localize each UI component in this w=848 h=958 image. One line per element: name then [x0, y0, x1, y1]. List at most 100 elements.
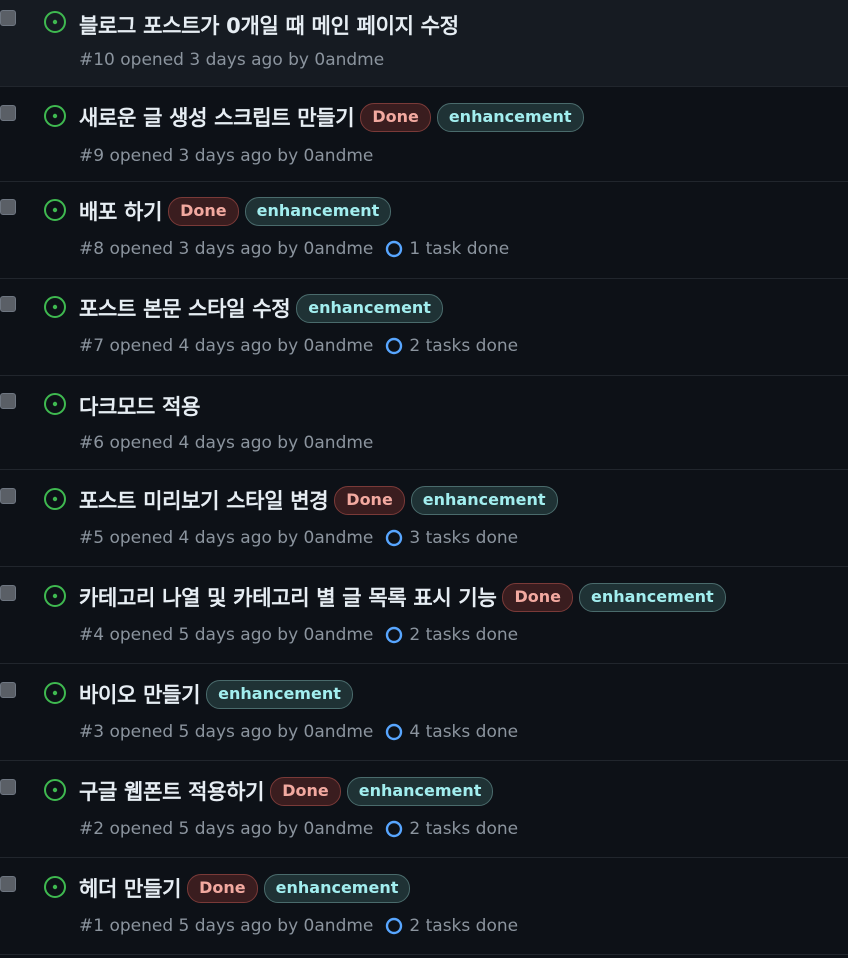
meta-line: #1 opened 5 days ago by 0andme 2 tasks d…: [79, 916, 518, 936]
label-done[interactable]: Done: [168, 196, 239, 226]
issue-open-icon: [44, 11, 66, 33]
label-done[interactable]: Done: [360, 102, 431, 132]
task-progress[interactable]: 2 tasks done: [385, 625, 518, 645]
issue-title-link[interactable]: 블로그 포스트가 0개일 때 메인 페이지 수정: [79, 10, 459, 40]
issue-open-icon: [44, 779, 66, 801]
issue-open-icon: [44, 682, 66, 704]
issue-title-link[interactable]: 카테고리 나열 및 카테고리 별 글 목록 표시 기능: [79, 582, 497, 612]
issue-title-link[interactable]: 포스트 미리보기 스타일 변경: [79, 485, 329, 515]
task-progress-icon: [386, 626, 403, 644]
select-checkbox[interactable]: [0, 199, 16, 215]
select-checkbox[interactable]: [0, 682, 16, 698]
issue-row[interactable]: 바이오 만들기 enhancement #3 opened 5 days ago…: [0, 664, 848, 761]
label-enhancement[interactable]: enhancement: [578, 582, 726, 612]
title-line: 포스트 미리보기 스타일 변경 Done enhancement: [79, 485, 558, 515]
title-line: 구글 웹폰트 적용하기 Done enhancement: [79, 776, 494, 806]
select-checkbox[interactable]: [0, 296, 16, 312]
meta-line: #10 opened 3 days ago by 0andme: [79, 50, 384, 70]
task-progress[interactable]: 2 tasks done: [385, 336, 518, 356]
label-done[interactable]: Done: [270, 776, 341, 806]
issue-row[interactable]: 다크모드 적용 #6 opened 4 days ago by 0andme: [0, 376, 848, 470]
issue-title-link[interactable]: 헤더 만들기: [79, 873, 181, 903]
issue-title-link[interactable]: 바이오 만들기: [79, 679, 200, 709]
label-done[interactable]: Done: [334, 485, 405, 515]
issue-title-link[interactable]: 배포 하기: [79, 196, 162, 226]
task-progress-icon: [386, 240, 403, 258]
task-progress-icon: [386, 723, 403, 741]
issue-title-link[interactable]: 새로운 글 생성 스크립트 만들기: [79, 102, 355, 132]
select-checkbox[interactable]: [0, 876, 16, 892]
title-line: 바이오 만들기 enhancement: [79, 679, 353, 709]
label-done[interactable]: Done: [502, 582, 573, 612]
meta-line: #3 opened 5 days ago by 0andme 4 tasks d…: [79, 722, 518, 742]
select-checkbox[interactable]: [0, 105, 16, 121]
issue-meta: #8 opened 3 days ago by 0andme: [79, 239, 374, 259]
task-progress-text: 2 tasks done: [409, 916, 519, 936]
select-checkbox[interactable]: [0, 585, 16, 601]
issue-meta: #1 opened 5 days ago by 0andme: [79, 916, 374, 936]
title-line: 블로그 포스트가 0개일 때 메인 페이지 수정: [79, 10, 459, 40]
issue-row[interactable]: 배포 하기 Done enhancement #8 opened 3 days …: [0, 182, 848, 279]
label-enhancement[interactable]: enhancement: [244, 196, 392, 226]
meta-line: #7 opened 4 days ago by 0andme 2 tasks d…: [79, 336, 518, 356]
meta-line: #2 opened 5 days ago by 0andme 2 tasks d…: [79, 819, 518, 839]
select-checkbox[interactable]: [0, 393, 16, 409]
task-progress[interactable]: 2 tasks done: [385, 819, 518, 839]
issue-meta: #2 opened 5 days ago by 0andme: [79, 819, 374, 839]
issue-open-icon: [44, 105, 66, 127]
title-line: 헤더 만들기 Done enhancement: [79, 873, 411, 903]
task-progress-text: 2 tasks done: [409, 819, 519, 839]
meta-line: #5 opened 4 days ago by 0andme 3 tasks d…: [79, 528, 518, 548]
issue-meta: #10 opened 3 days ago by 0andme: [79, 50, 385, 70]
label-enhancement[interactable]: enhancement: [263, 873, 411, 903]
label-done[interactable]: Done: [187, 873, 258, 903]
meta-line: #9 opened 3 days ago by 0andme: [79, 146, 373, 166]
issue-list: 블로그 포스트가 0개일 때 메인 페이지 수정 #10 opened 3 da…: [0, 0, 848, 958]
task-progress[interactable]: 1 task done: [385, 239, 509, 259]
meta-line: #4 opened 5 days ago by 0andme 2 tasks d…: [79, 625, 518, 645]
task-progress-text: 2 tasks done: [409, 625, 519, 645]
issue-row[interactable]: 포스트 미리보기 스타일 변경 Done enhancement #5 open…: [0, 470, 848, 567]
issue-title-link[interactable]: 구글 웹폰트 적용하기: [79, 776, 265, 806]
issue-row[interactable]: 헤더 만들기 Done enhancement #1 opened 5 days…: [0, 858, 848, 955]
title-line: 새로운 글 생성 스크립트 만들기 Done enhancement: [79, 102, 584, 132]
issue-row[interactable]: 블로그 포스트가 0개일 때 메인 페이지 수정 #10 opened 3 da…: [0, 0, 848, 87]
issue-open-icon: [44, 199, 66, 221]
meta-line: #6 opened 4 days ago by 0andme: [79, 433, 373, 453]
label-enhancement[interactable]: enhancement: [410, 485, 558, 515]
task-progress[interactable]: 2 tasks done: [385, 916, 518, 936]
issue-row[interactable]: 새로운 글 생성 스크립트 만들기 Done enhancement #9 op…: [0, 87, 848, 182]
task-progress-icon: [386, 529, 403, 547]
issue-meta: #7 opened 4 days ago by 0andme: [79, 336, 374, 356]
issue-row[interactable]: 포스트 본문 스타일 수정 enhancement #7 opened 4 da…: [0, 279, 848, 376]
issue-meta: #6 opened 4 days ago by 0andme: [79, 433, 374, 453]
issue-meta: #4 opened 5 days ago by 0andme: [79, 625, 374, 645]
title-line: 배포 하기 Done enhancement: [79, 196, 392, 226]
select-checkbox[interactable]: [0, 488, 16, 504]
issue-open-icon: [44, 296, 66, 318]
issue-open-icon: [44, 876, 66, 898]
select-checkbox[interactable]: [0, 10, 16, 26]
label-enhancement[interactable]: enhancement: [206, 679, 353, 709]
issue-title-link[interactable]: 다크모드 적용: [79, 391, 200, 421]
issue-open-icon: [44, 488, 66, 510]
task-progress-text: 2 tasks done: [409, 336, 519, 356]
select-checkbox[interactable]: [0, 779, 16, 795]
issue-meta: #5 opened 4 days ago by 0andme: [79, 528, 374, 548]
title-line: 다크모드 적용: [79, 391, 200, 421]
task-progress[interactable]: 4 tasks done: [385, 722, 518, 742]
label-enhancement[interactable]: enhancement: [436, 102, 584, 132]
title-line: 카테고리 나열 및 카테고리 별 글 목록 표시 기능 Done enhance…: [79, 582, 726, 612]
issue-row[interactable]: 카테고리 나열 및 카테고리 별 글 목록 표시 기능 Done enhance…: [0, 567, 848, 664]
title-line: 포스트 본문 스타일 수정 enhancement: [79, 293, 443, 323]
task-progress-icon: [386, 337, 403, 355]
task-progress[interactable]: 3 tasks done: [385, 528, 518, 548]
issue-row[interactable]: 구글 웹폰트 적용하기 Done enhancement #2 opened 5…: [0, 761, 848, 858]
meta-line: #8 opened 3 days ago by 0andme 1 task do…: [79, 239, 509, 259]
task-progress-text: 3 tasks done: [409, 528, 519, 548]
task-progress-icon: [386, 820, 403, 838]
label-enhancement[interactable]: enhancement: [296, 293, 443, 323]
task-progress-text: 1 task done: [409, 239, 510, 259]
label-enhancement[interactable]: enhancement: [346, 776, 494, 806]
issue-title-link[interactable]: 포스트 본문 스타일 수정: [79, 293, 291, 323]
